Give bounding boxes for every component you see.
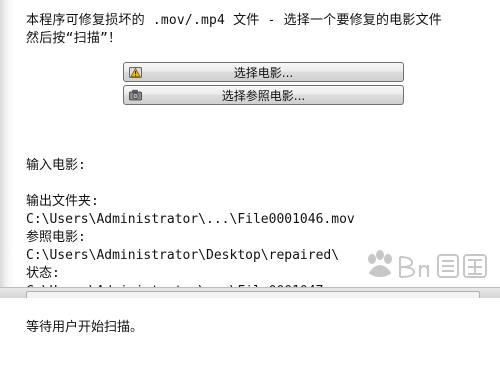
select-movie-button[interactable]: 选择电影... [123, 62, 404, 82]
warning-file-icon [129, 67, 142, 78]
instruction-line-2: 然后按“扫描”！ [26, 31, 122, 46]
instruction-line-1: 本程序可修复损坏的 .mov/.mp4 文件 - 选择一个要修复的电影文件 [26, 13, 442, 28]
bottom-control-edge [26, 291, 480, 298]
window-left-edge [0, 0, 14, 298]
status-label: 状态: [26, 266, 60, 281]
baidu-jingyan-logo [368, 250, 487, 278]
status-text: 等待用户开始扫描。 [26, 320, 144, 335]
bottom-panel-edge [0, 287, 500, 298]
select-reference-label: 选择参照电影... [221, 88, 306, 103]
repair-panel: 本程序可修复损坏的 .mov/.mp4 文件 - 选择一个要修复的电影文件 然后… [0, 0, 500, 335]
instruction-text: 本程序可修复损坏的 .mov/.mp4 文件 - 选择一个要修复的电影文件 然后… [26, 12, 500, 48]
select-movie-label: 选择电影... [233, 65, 294, 80]
select-reference-button[interactable]: 选择参照电影... [123, 85, 404, 105]
status-field: 状态: 等待用户开始扫描。 [26, 229, 143, 373]
camera-icon [129, 89, 142, 101]
